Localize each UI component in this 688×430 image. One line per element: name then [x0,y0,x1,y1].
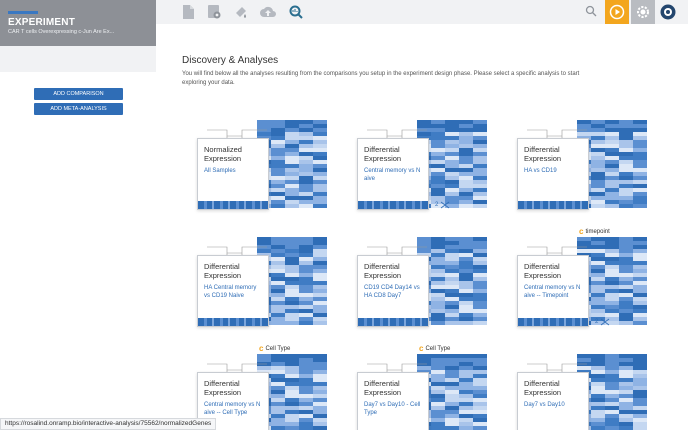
analysis-card[interactable]: Differential Expression Central memory vs … [197,354,327,430]
analysis-card[interactable]: Differential Expression Central memory vs … [517,237,647,327]
card-heat-strip [358,201,428,209]
covariate-icon: c [259,344,264,353]
experiment-title: EXPERIMENT [8,17,76,28]
covariate-icon: c [579,227,584,236]
card-subtitle[interactable]: CD19 CD4 Day14 vs HA CD8 Day7 [364,284,422,300]
card-title-line2: Expression [524,388,562,397]
brand-icon[interactable] [660,4,676,20]
analysis-card[interactable]: Differential Expression Day7 vs Day10 [517,354,647,430]
analysis-card[interactable]: Differential Expression HA Central memory … [197,237,327,327]
covariate-badge: c Cell Type [419,344,450,353]
settings-button[interactable] [631,0,655,24]
card-heat-strip [198,318,268,326]
play-button[interactable] [605,0,629,24]
meta-count-value: 2 [435,202,439,208]
card-title-line1: Differential [204,262,240,271]
card-title-line1: Differential [524,145,560,154]
search-icon[interactable] [585,4,599,18]
play-icon [609,4,625,20]
card-title-line1: Differential [364,262,400,271]
card-title-line1: Differential [364,145,400,154]
covariate-badge: c Cell Type [259,344,290,353]
card-subtitle[interactable]: All Samples [204,167,262,175]
card-title-line1: Differential [204,379,240,388]
experiment-header: EXPERIMENT CAR T cells Overexpressing c-… [0,0,156,46]
title-accent-bar [8,11,38,14]
meta-analysis-count[interactable]: 2 [435,201,450,209]
card-label: Differential Expression Central memory vs … [517,255,589,327]
analysis-card[interactable]: Differential Expression HA vs CD19 [517,120,647,210]
card-title-line1: Differential [524,262,560,271]
settings-document-icon[interactable] [206,4,222,20]
card-subtitle[interactable]: Day7 vs Day10 - Cell Type [364,401,422,417]
covariate-icon: c [419,344,424,353]
network-icon [441,201,450,209]
card-title-line2: Expression [364,388,402,397]
covariate-label: Cell Type [265,345,291,352]
card-label: Differential Expression CD19 CD4 Day14 vs … [357,255,429,327]
covariate-label: Cell Type [425,345,451,352]
card-title-line1: Differential [364,379,400,388]
card-subtitle[interactable]: Central memory vs N aive -- Cell Type [204,401,262,417]
card-title-line2: Expression [364,154,402,163]
card-subtitle[interactable]: HA Central memory vs CD19 Naive [204,284,262,300]
page-title: Discovery & Analyses [182,55,279,66]
document-icon[interactable] [180,4,196,20]
page-description: You will find below all the analyses res… [182,71,580,86]
covariate-label: timepoint [585,228,610,235]
analysis-card[interactable]: Normalized Expression All Samples [197,120,327,210]
card-label: Differential Expression Central memory vs … [357,138,429,210]
card-label: Normalized Expression All Samples [197,138,269,210]
card-label: Differential Expression Day7 vs Day10 [517,372,589,430]
card-heat-strip [518,201,588,209]
card-label: Differential Expression HA Central memory … [197,255,269,327]
cloud-upload-icon[interactable] [260,4,276,20]
card-title-line2: Expression [204,154,242,163]
card-label: Differential Expression Day7 vs Day10 - Ce… [357,372,429,430]
card-heat-strip [358,318,428,326]
card-title-line2: Expression [524,154,562,163]
paint-icon[interactable] [233,4,249,20]
analysis-card[interactable]: Differential Expression CD19 CD4 Day14 vs … [357,237,487,327]
card-heat-strip [198,201,268,209]
meta-count-value: 2 [595,319,599,325]
meta-analysis-count[interactable]: 2 [595,318,610,326]
card-subtitle[interactable]: Day7 vs Day10 [524,401,582,409]
analysis-card[interactable]: Differential Expression Day7 vs Day10 - Ce… [357,354,487,430]
sidebar [0,72,156,430]
card-heat-strip [518,318,588,326]
network-icon [601,318,610,326]
analysis-card[interactable]: Differential Expression Central memory vs … [357,120,487,210]
card-title-line2: Expression [204,271,242,280]
experiment-subtitle: CAR T cells Overexpressing c-Jun Are Ex.… [8,29,115,35]
gear-icon [637,6,649,18]
card-subtitle[interactable]: HA vs CD19 [524,167,582,175]
card-title-line2: Expression [524,271,562,280]
card-title-line1: Differential [524,379,560,388]
card-title-line2: Expression [204,388,242,397]
analysis-search-icon[interactable] [288,4,304,20]
card-title-line2: Expression [364,271,402,280]
card-label: Differential Expression HA vs CD19 [517,138,589,210]
card-title-line1: Normalized [204,145,242,154]
covariate-badge: c timepoint [579,227,610,236]
add-comparison-button[interactable]: ADD COMPARISON [34,88,123,100]
status-bar-url: https://rosalind.onramp.bio/interactive-… [0,418,217,430]
card-subtitle[interactable]: Central memory vs N aive -- Timepoint [524,284,582,300]
card-subtitle[interactable]: Central memory vs N aive [364,167,422,183]
add-meta-analysis-button[interactable]: ADD META-ANALYSIS [34,103,123,115]
sidebar-band [0,46,156,72]
